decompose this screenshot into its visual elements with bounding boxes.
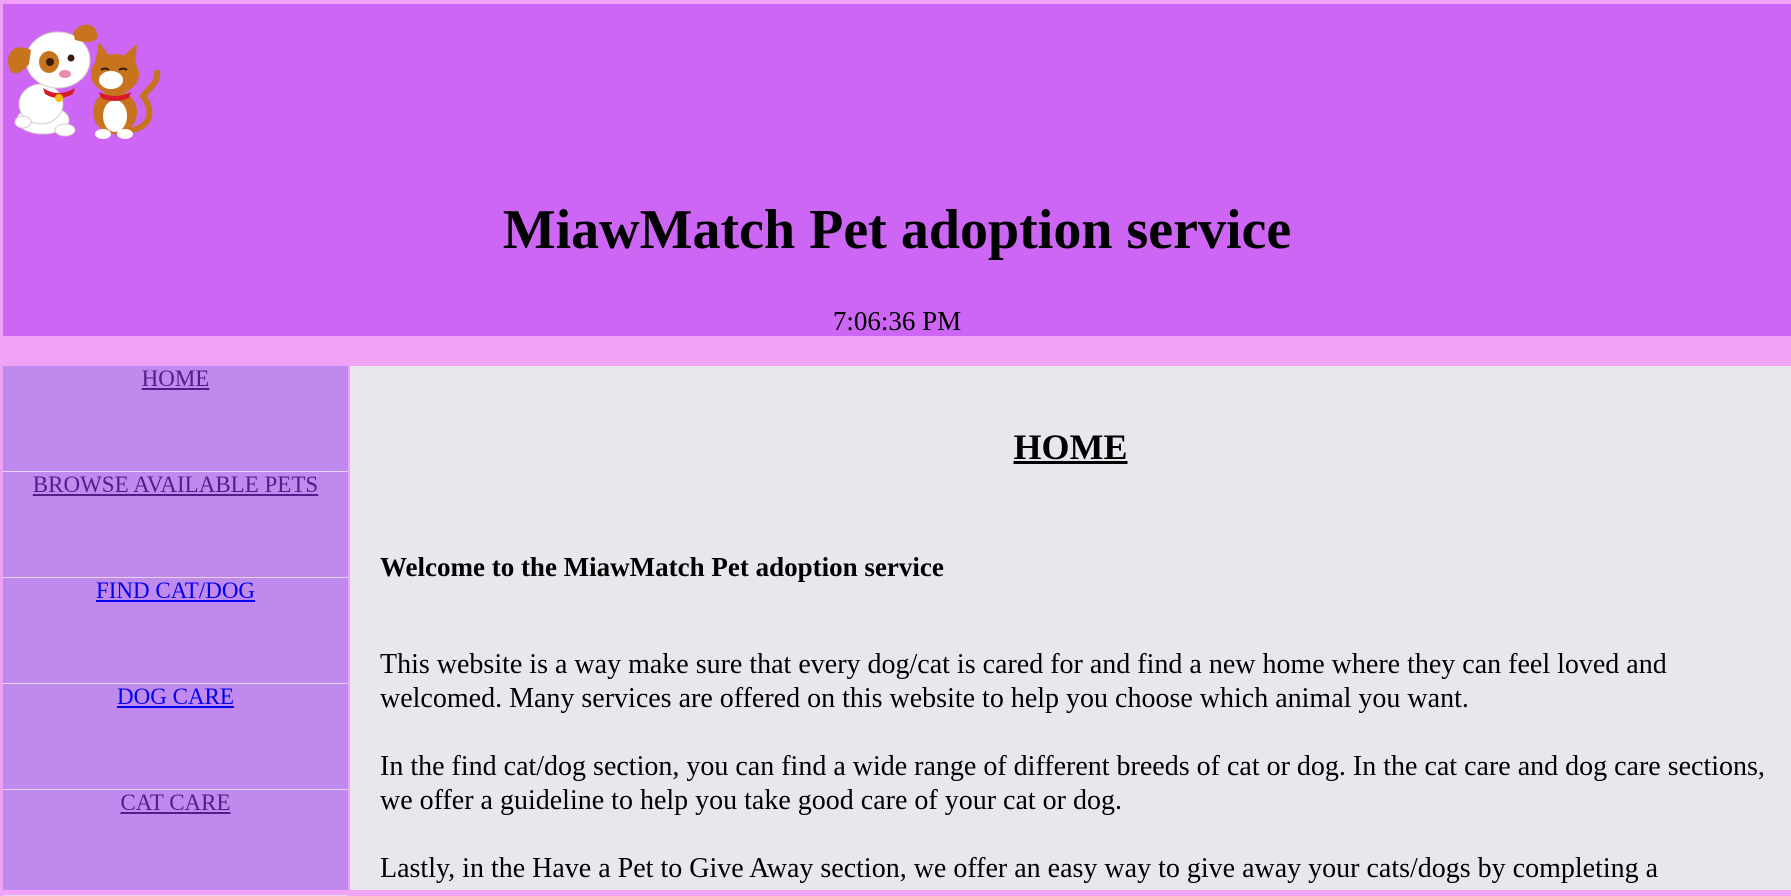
- sidebar-item-find-cat-dog: FIND CAT/DOG: [3, 578, 348, 684]
- sidebar-item-browse-pets: BROWSE AVAILABLE PETS: [3, 472, 348, 578]
- page-title: MiawMatch Pet adoption service: [502, 199, 1292, 261]
- clock-time: 7:06:36 PM: [832, 306, 962, 336]
- nav-link-home[interactable]: HOME: [142, 366, 210, 392]
- dog-and-cat-logo-icon: [7, 24, 161, 139]
- sidebar-item-cat-care: CAT CARE: [3, 790, 348, 896]
- nav-link-find-cat-dog[interactable]: FIND CAT/DOG: [96, 578, 255, 604]
- sidebar-item-home: HOME: [3, 366, 348, 472]
- nav-link-dog-care[interactable]: DOG CARE: [117, 684, 234, 710]
- sidebar-item-dog-care: DOG CARE: [3, 684, 348, 790]
- intro-paragraph: This website is a way make sure that eve…: [380, 649, 1667, 714]
- nav-link-browse-pets[interactable]: BROWSE AVAILABLE PETS: [33, 472, 318, 498]
- sidebar-nav: HOME BROWSE AVAILABLE PETS FIND CAT/DOG …: [3, 366, 348, 896]
- page-header: MiawMatch Pet adoption service 7:06:36 P…: [3, 4, 1791, 336]
- main-content: HOME Welcome to the MiawMatch Pet adopti…: [350, 366, 1791, 890]
- welcome-text: Welcome to the MiawMatch Pet adoption se…: [380, 552, 944, 582]
- nav-link-cat-care[interactable]: CAT CARE: [120, 790, 230, 816]
- give-away-paragraph: Lastly, in the Have a Pet to Give Away s…: [380, 853, 1659, 884]
- section-heading: HOME: [1013, 427, 1128, 467]
- sections-paragraph: In the find cat/dog section, you can fin…: [380, 751, 1765, 816]
